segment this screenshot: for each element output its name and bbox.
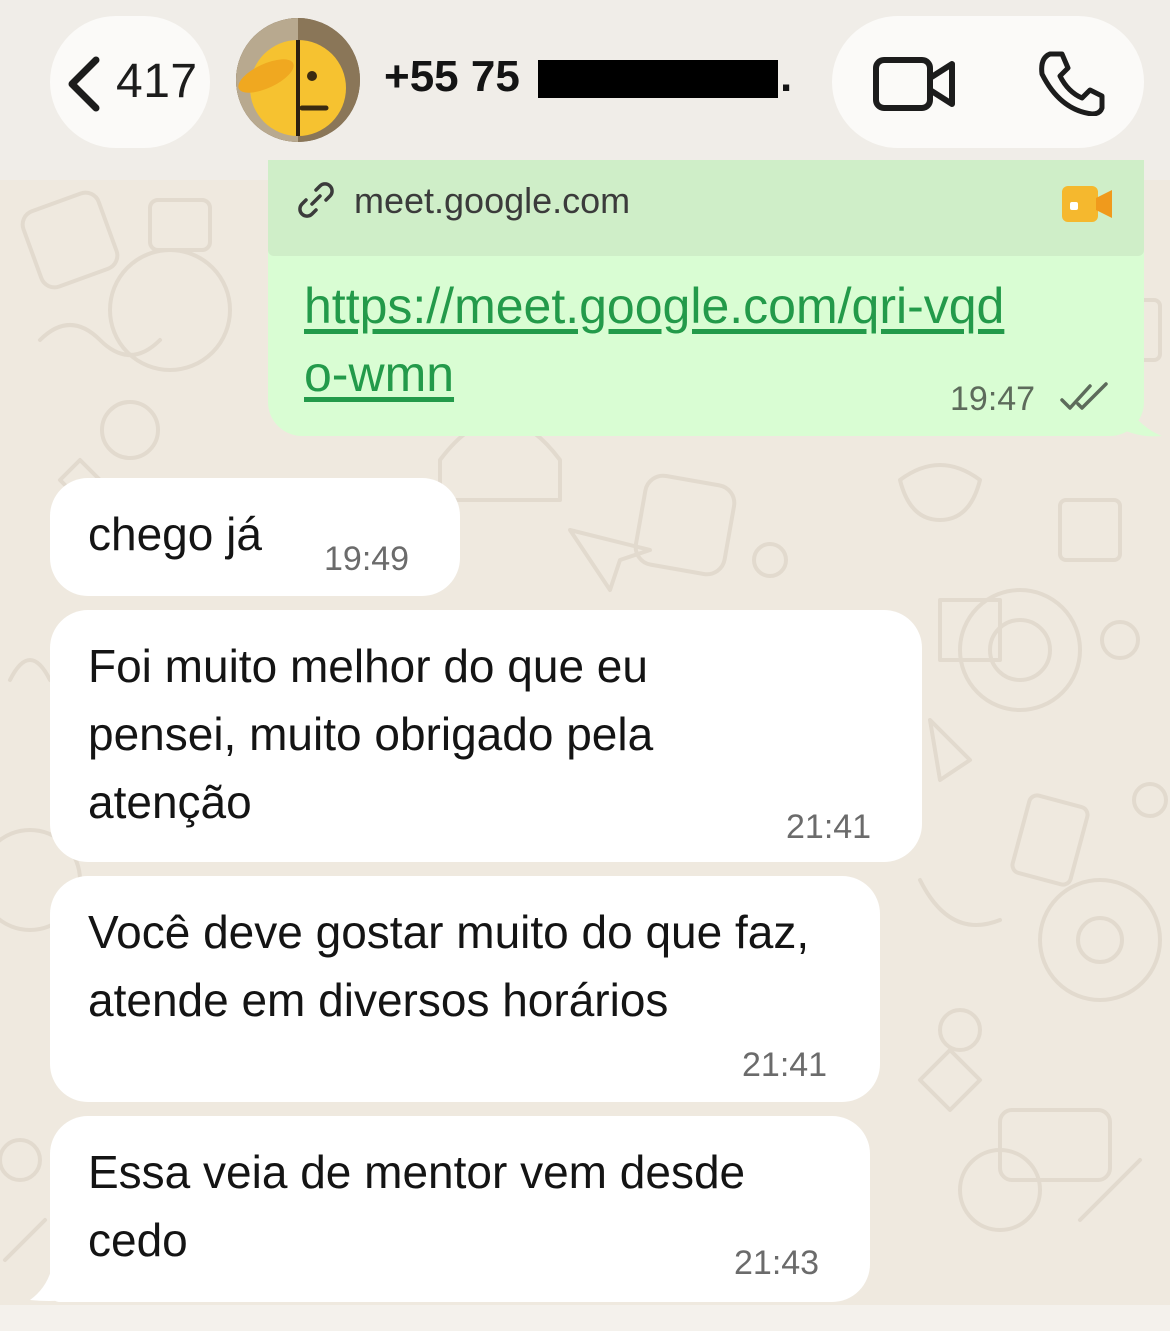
call-actions bbox=[832, 16, 1144, 148]
link-preview-domain: meet.google.com bbox=[354, 180, 631, 221]
message-text: Foi muito melhor do que eu pensei, muito… bbox=[88, 640, 654, 828]
incoming-message-bubble[interactable]: chego já 19:49 bbox=[50, 478, 460, 596]
meeting-link[interactable]: https://meet.google.com/qri-vqdo-wmn bbox=[304, 272, 1024, 408]
double-check-icon bbox=[1060, 382, 1110, 417]
message-timestamp: 21:43 bbox=[734, 1244, 820, 1282]
bubble-tail bbox=[1120, 398, 1162, 437]
phone-icon[interactable] bbox=[1036, 50, 1106, 121]
back-button[interactable]: 417 bbox=[50, 16, 210, 148]
bottom-bar bbox=[0, 1305, 1170, 1331]
link-preview[interactable]: meet.google.com bbox=[268, 160, 1144, 256]
chat-header: 417 +55 75 . bbox=[0, 0, 1170, 180]
redacted-phone-digits bbox=[538, 60, 778, 98]
link-icon bbox=[298, 182, 334, 223]
contact-avatar[interactable] bbox=[236, 18, 360, 142]
google-meet-icon bbox=[1062, 186, 1114, 227]
unread-count: 417 bbox=[116, 55, 198, 108]
chevron-left-icon bbox=[64, 54, 104, 119]
incoming-message-bubble[interactable]: Foi muito melhor do que eu pensei, muito… bbox=[50, 610, 922, 862]
video-camera-icon[interactable] bbox=[872, 54, 956, 119]
message-timestamp: 19:49 bbox=[324, 540, 410, 578]
message-timestamp: 21:41 bbox=[786, 808, 872, 846]
redaction-suffix: . bbox=[780, 52, 793, 101]
message-timestamp: 21:41 bbox=[742, 1046, 828, 1084]
message-text: chego já bbox=[88, 508, 262, 560]
bubble-tail bbox=[30, 1254, 70, 1301]
incoming-message-bubble[interactable]: Você deve gostar muito do que faz, atend… bbox=[50, 876, 880, 1102]
outgoing-message-bubble[interactable]: meet.google.com https://meet.google.com/… bbox=[268, 160, 1144, 436]
message-timestamp: 19:47 bbox=[950, 380, 1036, 418]
incoming-message-bubble[interactable]: Essa veia de mentor vem desde cedo 21:43 bbox=[50, 1116, 870, 1302]
message-text: Você deve gostar muito do que faz, atend… bbox=[88, 906, 810, 1026]
contact-name[interactable]: +55 75 bbox=[384, 52, 520, 102]
